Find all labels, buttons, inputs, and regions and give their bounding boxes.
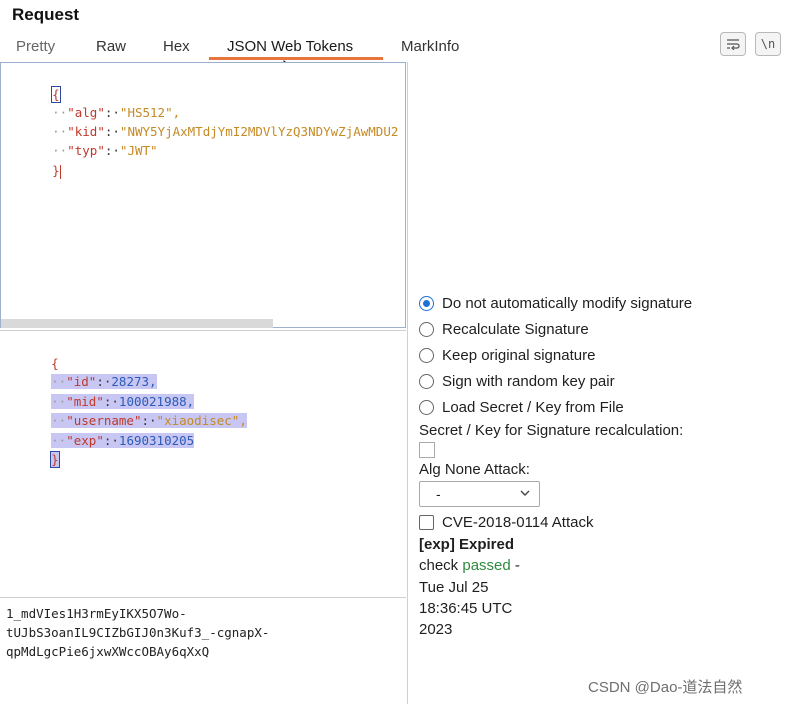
tab-hex[interactable]: Hex bbox=[163, 38, 190, 55]
radio-unselected-icon bbox=[419, 321, 434, 337]
secret-key-label: Secret / Key for Signature recalculation… bbox=[419, 422, 684, 439]
signature-line: 1_mdVIes1H3rmEyIKX5O7Wo- bbox=[6, 606, 187, 621]
header-close-brace: } bbox=[52, 163, 60, 178]
header-line-kid: ··"kid":·"NWY5YjAxMTdjYmI2MDVlYzQ3NDYwZj… bbox=[52, 124, 399, 139]
alg-none-select[interactable]: - bbox=[419, 481, 540, 507]
jwt-editor-column: { ··"alg":·"HS512", ··"kid":·"NWY5YjAxMT… bbox=[0, 62, 408, 705]
radio-recalculate[interactable]: Recalculate Signature bbox=[419, 318, 589, 340]
radio-load-secret[interactable]: Load Secret / Key from File bbox=[419, 396, 624, 418]
radio-selected-icon bbox=[419, 295, 434, 311]
payload-line-mid: ··"mid":·100021988, bbox=[51, 394, 195, 409]
tab-markinfo[interactable]: MarkInfo bbox=[401, 38, 459, 55]
jwt-signature-field[interactable]: 1_mdVIes1H3rmEyIKX5O7Wo- tUJbS3oanIL9CIZ… bbox=[0, 597, 406, 705]
jwt-header-editor[interactable]: { ··"alg":·"HS512", ··"kid":·"NWY5YjAxMT… bbox=[0, 62, 406, 328]
payload-line-id: ··"id":·28273, bbox=[51, 374, 157, 389]
passed-status: passed bbox=[462, 557, 511, 574]
radio-keep-original[interactable]: Keep original signature bbox=[419, 344, 595, 366]
exp-year: 2023 bbox=[419, 621, 453, 638]
exp-date: Tue Jul 25 bbox=[419, 579, 489, 596]
payload-line-exp: ··"exp":·1690310205 bbox=[51, 433, 195, 448]
watermark: CSDN @Dao-道法自然 bbox=[588, 679, 743, 696]
exp-time: 18:36:45 UTC bbox=[419, 600, 513, 617]
payload-close-brace: } bbox=[50, 451, 60, 468]
exp-check-status: check passed - bbox=[419, 557, 520, 574]
payload-line-username: ··"username":·"xiaodisec", bbox=[51, 413, 247, 428]
radio-random-key[interactable]: Sign with random key pair bbox=[419, 370, 615, 392]
secret-key-input[interactable] bbox=[419, 442, 435, 458]
radio-unselected-icon bbox=[419, 373, 434, 389]
chevron-down-icon bbox=[520, 490, 530, 496]
text-caret bbox=[59, 164, 61, 179]
exp-heading: [exp] Expired bbox=[419, 536, 515, 553]
wrap-lines-button[interactable] bbox=[720, 32, 746, 56]
wrap-lines-icon bbox=[727, 39, 740, 50]
alg-none-label: Alg None Attack: bbox=[419, 461, 530, 478]
signature-line: qpMdLgcPie6jxwXWccOBAy6qXxQ bbox=[6, 644, 210, 659]
signature-line: tUJbS3oanIL9CIZbGIJ0n3Kuf3_-cgnapX- bbox=[6, 625, 270, 640]
checkbox-icon bbox=[419, 514, 434, 530]
header-line-alg: ··"alg":·"HS512", bbox=[52, 105, 181, 120]
radio-no-modify[interactable]: Do not automatically modify signature bbox=[419, 292, 692, 314]
jwt-payload-editor[interactable]: { ··"id":·28273, ··"mid":·100021988, ··"… bbox=[0, 330, 406, 597]
tab-json-web-tokens[interactable]: JSON Web Tokens bbox=[227, 38, 353, 55]
tab-pretty[interactable]: Pretty bbox=[16, 38, 55, 55]
tab-raw[interactable]: Raw bbox=[96, 38, 126, 55]
window-title: Request bbox=[12, 5, 80, 24]
horizontal-scrollbar[interactable] bbox=[1, 319, 273, 328]
radio-unselected-icon bbox=[419, 399, 434, 415]
radio-unselected-icon bbox=[419, 347, 434, 363]
cve-2018-0114-checkbox[interactable]: CVE-2018-0114 Attack bbox=[419, 511, 593, 533]
tab-bar: Pretty Raw Hex JSON Web Tokens MarkInfo bbox=[0, 36, 796, 62]
newline-toggle-button[interactable]: \n bbox=[755, 32, 781, 56]
header-line-typ: ··"typ":·"JWT" bbox=[52, 143, 158, 158]
